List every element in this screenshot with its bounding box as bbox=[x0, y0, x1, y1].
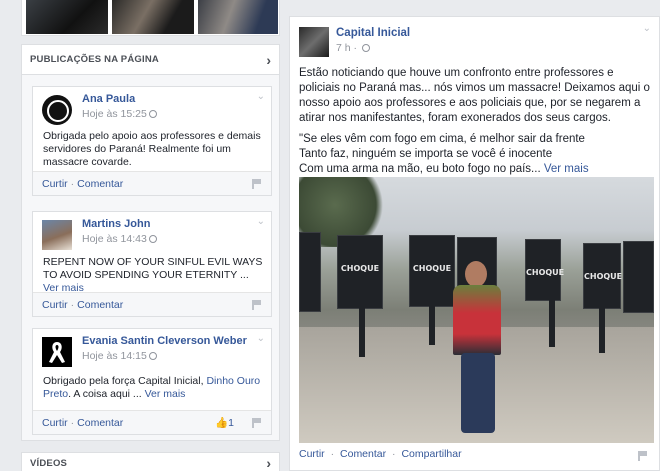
visitor-post: Martins John Hoje às 14:43 ⌄ REPENT NOW … bbox=[32, 211, 272, 317]
like-link[interactable]: Curtir bbox=[42, 299, 68, 311]
share-link[interactable]: Compartilhar bbox=[401, 448, 461, 460]
globe-icon bbox=[361, 44, 370, 52]
post-author[interactable]: Martins John bbox=[82, 218, 150, 230]
page-photo-thumbnail[interactable] bbox=[198, 0, 278, 34]
page-publications-panel: PUBLICAÇÕES NA PÁGINA › Ana Paula Hoje à… bbox=[21, 44, 280, 441]
post-actions: Curtir · Comentar · Compartilhar bbox=[299, 448, 462, 460]
lyric-line: Tanto faz, ninguém se importa se você é … bbox=[299, 148, 553, 160]
post-text: Obrigada pelo apoio aos professores e de… bbox=[43, 130, 261, 168]
lyric-line: Com uma arma na mão, eu boto fogo no paí… bbox=[299, 163, 589, 175]
post-photo[interactable]: CHOQUE CHOQUE CHOQUE CHOQUE bbox=[299, 177, 654, 443]
post-timestamp[interactable]: Hoje às 14:43 bbox=[82, 233, 157, 245]
like-count[interactable]: 👍1 bbox=[215, 416, 234, 429]
riot-shield: CHOQUE bbox=[583, 243, 622, 309]
avatar[interactable] bbox=[299, 27, 329, 57]
globe-icon bbox=[148, 110, 157, 118]
thumbs-up-icon: 👍 bbox=[215, 417, 229, 429]
riot-shield: CHOQUE bbox=[409, 235, 455, 307]
flag-icon[interactable] bbox=[252, 300, 261, 310]
flag-icon[interactable] bbox=[252, 179, 261, 189]
page-photo-thumbnail[interactable] bbox=[112, 0, 194, 34]
visitor-post: Evania Santin Cleverson Weber Hoje às 14… bbox=[32, 328, 272, 435]
avatar[interactable] bbox=[42, 220, 72, 250]
post-text: Obrigado pela força Capital Inicial, Din… bbox=[43, 375, 261, 400]
ribbon-icon bbox=[49, 342, 65, 363]
riot-shield bbox=[623, 241, 654, 313]
post-text: REPENT NOW OF YOUR SINFUL EVIL WAYS TO A… bbox=[43, 256, 263, 294]
videos-title: VÍDEOS bbox=[30, 457, 68, 469]
riot-shield: CHOQUE bbox=[337, 235, 383, 309]
avatar[interactable] bbox=[42, 337, 72, 367]
page-photo-thumbnail[interactable] bbox=[26, 0, 108, 34]
post-timestamp[interactable]: Hoje às 14:15 bbox=[82, 350, 157, 362]
chevron-down-icon[interactable]: ⌄ bbox=[257, 216, 265, 227]
chevron-down-icon[interactable]: ⌄ bbox=[643, 23, 651, 34]
person-body bbox=[453, 285, 501, 355]
globe-icon bbox=[148, 235, 157, 243]
publications-title: PUBLICAÇÕES NA PÁGINA bbox=[30, 54, 159, 65]
comment-link[interactable]: Comentar bbox=[77, 178, 123, 190]
post-author[interactable]: Ana Paula bbox=[82, 93, 135, 105]
see-more-link[interactable]: Ver mais bbox=[145, 388, 186, 400]
post-actions: Curtir · Comentar 👍1 bbox=[33, 410, 271, 434]
see-more-link[interactable]: Ver mais bbox=[544, 163, 589, 175]
person-legs bbox=[461, 353, 495, 433]
comment-link[interactable]: Comentar bbox=[340, 448, 386, 460]
avatar[interactable] bbox=[42, 95, 72, 125]
post-actions: Curtir · Comentar bbox=[33, 292, 271, 316]
riot-shield: CHOQUE bbox=[525, 239, 564, 301]
visitor-post: Ana Paula Hoje às 15:25 ⌄ Obrigada pelo … bbox=[32, 86, 272, 196]
person-head bbox=[465, 261, 487, 287]
flag-icon[interactable] bbox=[252, 418, 261, 428]
chevron-down-icon[interactable]: ⌄ bbox=[257, 333, 265, 344]
post-author[interactable]: Evania Santin Cleverson Weber bbox=[82, 335, 247, 347]
comment-link[interactable]: Comentar bbox=[77, 417, 123, 429]
globe-icon bbox=[148, 352, 157, 360]
chevron-right-icon[interactable]: › bbox=[266, 52, 271, 68]
riot-shield bbox=[299, 232, 321, 312]
photo-strip bbox=[21, 0, 280, 36]
flag-icon[interactable] bbox=[638, 451, 647, 461]
chevron-right-icon[interactable]: › bbox=[266, 455, 271, 471]
publications-header[interactable]: PUBLICAÇÕES NA PÁGINA › bbox=[22, 45, 279, 75]
like-link[interactable]: Curtir bbox=[42, 178, 68, 190]
page-post: Capital Inicial 7 h · ⌄ Estão noticiando… bbox=[289, 16, 660, 471]
like-link[interactable]: Curtir bbox=[42, 417, 68, 429]
like-link[interactable]: Curtir bbox=[299, 448, 325, 460]
post-timestamp[interactable]: 7 h · bbox=[336, 42, 370, 54]
post-text: Estão noticiando que houve um confronto … bbox=[299, 66, 655, 177]
lyric-line: "Se eles vêm com fogo em cima, é melhor … bbox=[299, 133, 585, 145]
comment-link[interactable]: Comentar bbox=[77, 299, 123, 311]
videos-header[interactable]: VÍDEOS › bbox=[21, 452, 280, 471]
post-actions: Curtir · Comentar bbox=[33, 171, 271, 195]
post-timestamp[interactable]: Hoje às 15:25 bbox=[82, 108, 157, 120]
chevron-down-icon[interactable]: ⌄ bbox=[257, 91, 265, 102]
post-author[interactable]: Capital Inicial bbox=[336, 27, 410, 39]
post-paragraph: Estão noticiando que houve um confronto … bbox=[299, 67, 650, 124]
